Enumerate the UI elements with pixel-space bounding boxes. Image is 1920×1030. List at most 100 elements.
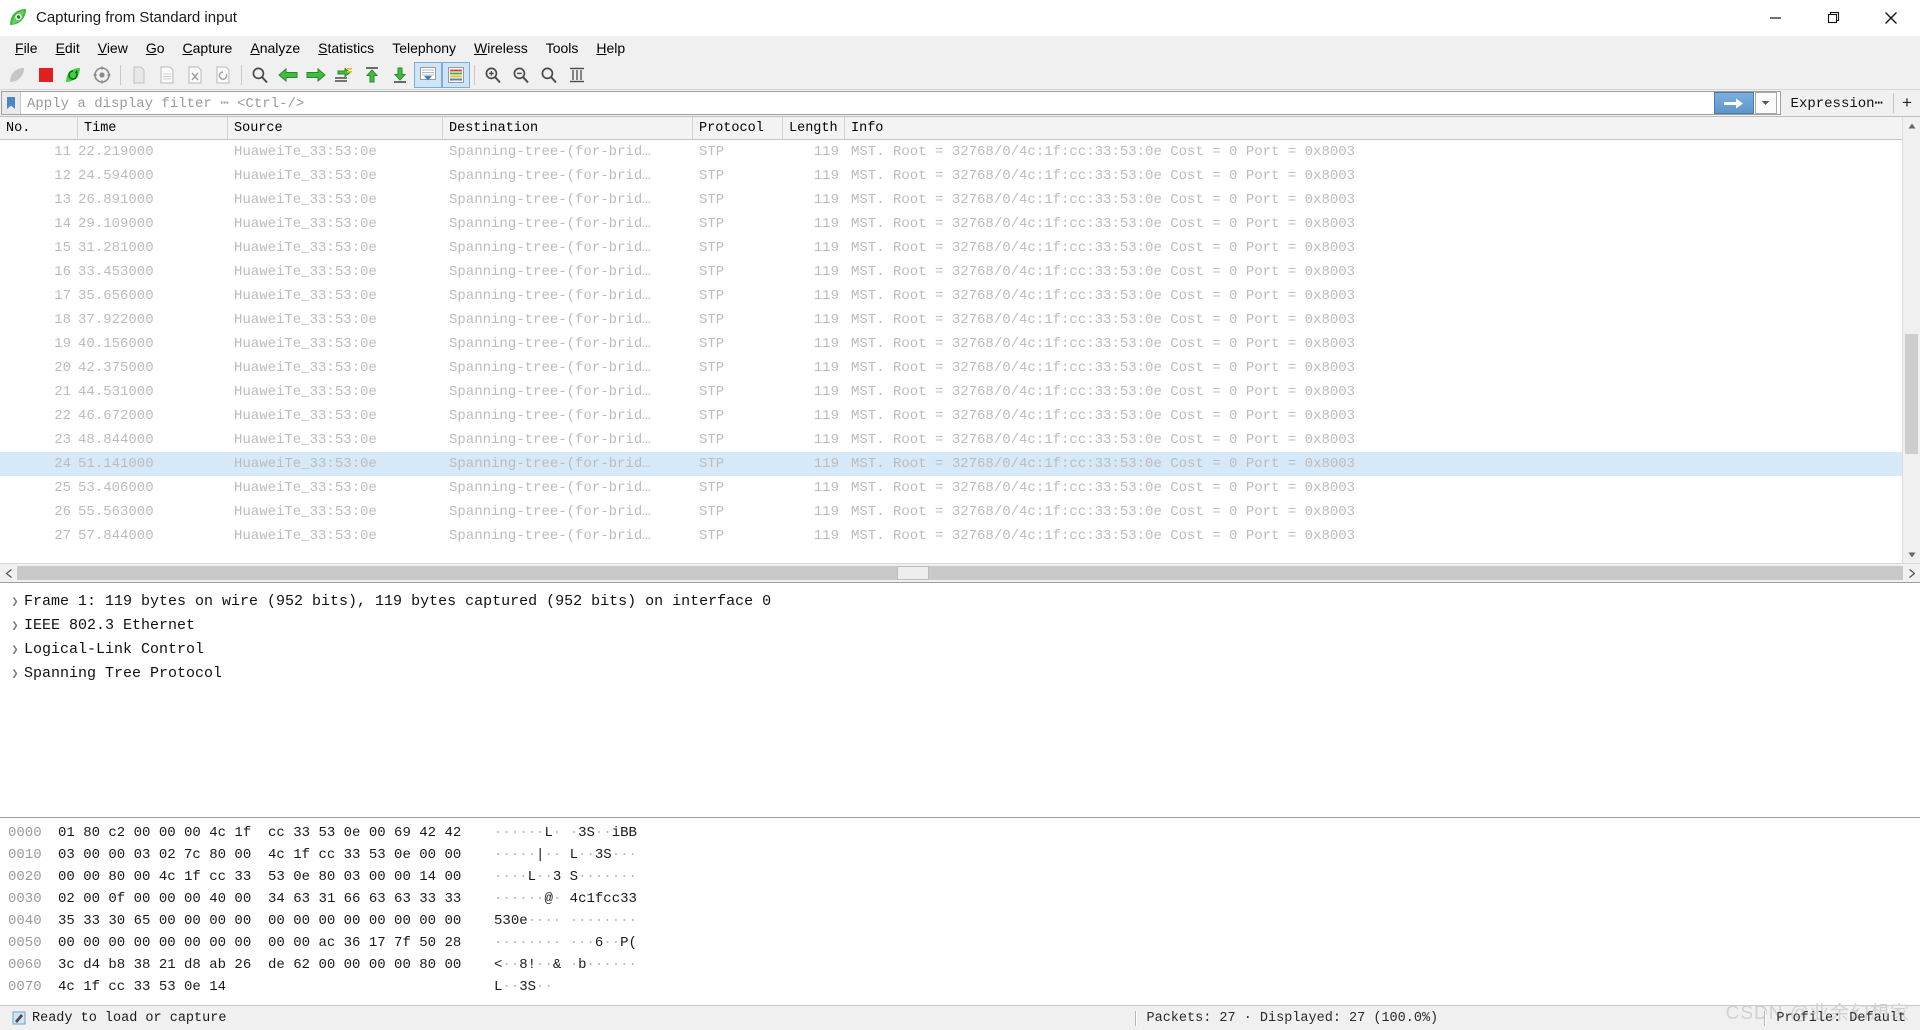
packet-row[interactable]: 23 48.844000 HuaweiTe_33:53:0e Spanning-tre…	[0, 428, 1920, 452]
go-to-first-packet-icon[interactable]	[358, 62, 386, 88]
packet-row[interactable]: 27 57.844000 HuaweiTe_33:53:0e Spanning-tre…	[0, 524, 1920, 548]
menu-telephony[interactable]: Telephony	[383, 38, 465, 58]
add-filter-button[interactable]: +	[1894, 90, 1920, 116]
apply-filter-button[interactable]	[1713, 92, 1754, 114]
zoom-out-icon[interactable]	[507, 62, 535, 88]
menu-capture[interactable]: Capture	[174, 38, 242, 58]
scroll-right-icon[interactable]	[1903, 565, 1920, 582]
column-header-no[interactable]: No.	[0, 117, 78, 139]
packet-list-body[interactable]: 11 22.219000 HuaweiTe_33:53:0e Spanning-tre…	[0, 140, 1920, 563]
expert-info-icon[interactable]	[0, 1011, 32, 1025]
hex-ascii: ········ ···6··P(	[494, 935, 637, 951]
start-capture-icon[interactable]	[4, 62, 32, 88]
resize-columns-icon[interactable]	[563, 62, 591, 88]
hex-dump-row[interactable]: 0040 35 33 30 65 00 00 00 00 00 00 00 00 …	[0, 910, 1920, 932]
hex-dump-row[interactable]: 0010 03 00 00 03 02 7c 80 00 4c 1f cc 33 …	[0, 844, 1920, 866]
packet-list-vertical-scrollbar[interactable]	[1902, 117, 1920, 563]
menu-go[interactable]: Go	[137, 38, 174, 58]
hex-bytes: 03 00 00 03 02 7c 80 00 4c 1f cc 33 53 0…	[58, 847, 462, 863]
colorize-packets-icon[interactable]	[442, 61, 470, 88]
packet-row[interactable]: 24 51.141000 HuaweiTe_33:53:0e Spanning-tre…	[0, 452, 1920, 476]
packet-no: 14	[54, 216, 71, 232]
go-to-packet-icon[interactable]	[330, 62, 358, 88]
status-bar-right: Packets: 27 · Displayed: 27 (100.0%) Pro…	[1125, 1010, 1906, 1026]
filter-history-dropdown[interactable]	[1754, 92, 1777, 114]
packet-row[interactable]: 16 33.453000 HuaweiTe_33:53:0e Spanning-tre…	[0, 260, 1920, 284]
normal-size-icon[interactable]	[535, 62, 563, 88]
column-header-time[interactable]: Time	[78, 117, 228, 139]
packet-info: MST. Root = 32768/0/4c:1f:cc:33:53:0e Co…	[851, 480, 1356, 496]
stop-capture-icon[interactable]	[32, 62, 60, 88]
capture-options-icon[interactable]	[88, 62, 116, 88]
go-forward-icon[interactable]	[302, 62, 330, 88]
packet-details-pane[interactable]: ❯ Frame 1: 119 bytes on wire (952 bits), …	[0, 583, 1920, 818]
hex-dump-row[interactable]: 0000 01 80 c2 00 00 00 4c 1f cc 33 53 0e …	[0, 822, 1920, 844]
find-packet-icon[interactable]	[246, 62, 274, 88]
packet-destination: Spanning-tree-(for-brid…	[449, 360, 651, 376]
hex-ascii: <··8!··& ·b······	[494, 957, 637, 973]
hex-dump-row[interactable]: 0020 00 00 80 00 4c 1f cc 33 53 0e 80 03 …	[0, 866, 1920, 888]
packet-row[interactable]: 25 53.406000 HuaweiTe_33:53:0e Spanning-tre…	[0, 476, 1920, 500]
column-header-info[interactable]: Info	[845, 117, 1920, 139]
detail-tree-node[interactable]: ❯ Logical-Link Control	[0, 637, 1920, 661]
auto-scroll-icon[interactable]	[414, 61, 442, 88]
menu-wireless[interactable]: Wireless	[465, 38, 537, 58]
go-back-icon[interactable]	[274, 62, 302, 88]
hex-dump-row[interactable]: 0050 00 00 00 00 00 00 00 00 00 00 ac 36 …	[0, 932, 1920, 954]
packet-row[interactable]: 14 29.109000 HuaweiTe_33:53:0e Spanning-tre…	[0, 212, 1920, 236]
column-header-protocol[interactable]: Protocol	[693, 117, 783, 139]
packet-row[interactable]: 22 46.672000 HuaweiTe_33:53:0e Spanning-tre…	[0, 404, 1920, 428]
menu-view[interactable]: View	[89, 38, 137, 58]
chevron-right-icon[interactable]: ❯	[6, 594, 24, 609]
restore-icon[interactable]	[1804, 0, 1862, 35]
horizontal-scroll-track[interactable]	[17, 566, 1903, 580]
detail-tree-node[interactable]: ❯ Frame 1: 119 bytes on wire (952 bits), …	[0, 589, 1920, 613]
menu-file[interactable]: File	[6, 38, 47, 58]
hex-dump-row[interactable]: 0060 3c d4 b8 38 21 d8 ab 26 de 62 00 00 …	[0, 954, 1920, 976]
packet-time: 35.656000	[78, 288, 154, 304]
packet-row[interactable]: 17 35.656000 HuaweiTe_33:53:0e Spanning-tre…	[0, 284, 1920, 308]
column-header-length[interactable]: Length	[783, 117, 845, 139]
vertical-scroll-thumb[interactable]	[1905, 334, 1918, 454]
menu-tools[interactable]: Tools	[537, 38, 588, 58]
window-controls	[1746, 0, 1920, 35]
display-filter-input[interactable]: Apply a display filter ⋯ <Ctrl-/>	[1, 91, 1781, 115]
menu-edit[interactable]: Edit	[47, 38, 89, 58]
vertical-scroll-track[interactable]	[1903, 134, 1920, 546]
hex-dump-row[interactable]: 0030 02 00 0f 00 00 00 40 00 34 63 31 66 …	[0, 888, 1920, 910]
column-header-source[interactable]: Source	[228, 117, 443, 139]
packet-row[interactable]: 21 44.531000 HuaweiTe_33:53:0e Spanning-tre…	[0, 380, 1920, 404]
chevron-right-icon[interactable]: ❯	[6, 642, 24, 657]
menu-statistics[interactable]: Statistics	[309, 38, 383, 58]
packet-list-horizontal-scrollbar[interactable]	[0, 563, 1920, 583]
zoom-in-icon[interactable]	[479, 62, 507, 88]
close-icon[interactable]	[1862, 0, 1920, 35]
packet-row[interactable]: 18 37.922000 HuaweiTe_33:53:0e Spanning-tre…	[0, 308, 1920, 332]
column-header-destination[interactable]: Destination	[443, 117, 693, 139]
bookmark-icon[interactable]	[2, 92, 21, 114]
packet-row[interactable]: 20 42.375000 HuaweiTe_33:53:0e Spanning-tre…	[0, 356, 1920, 380]
go-to-last-packet-icon[interactable]	[386, 62, 414, 88]
menu-analyze[interactable]: Analyze	[241, 38, 309, 58]
scroll-up-icon[interactable]	[1903, 117, 1920, 134]
horizontal-scroll-thumb[interactable]	[897, 566, 929, 580]
detail-tree-node[interactable]: ❯ IEEE 802.3 Ethernet	[0, 613, 1920, 637]
hex-dump-row[interactable]: 0070 4c 1f cc 33 53 0e 14 L··3S··	[0, 976, 1920, 998]
packet-row[interactable]: 12 24.594000 HuaweiTe_33:53:0e Spanning-tre…	[0, 164, 1920, 188]
packet-row[interactable]: 13 26.891000 HuaweiTe_33:53:0e Spanning-tre…	[0, 188, 1920, 212]
chevron-right-icon[interactable]: ❯	[6, 618, 24, 633]
minimize-icon[interactable]	[1746, 0, 1804, 35]
scroll-left-icon[interactable]	[0, 565, 17, 582]
packet-row[interactable]: 26 55.563000 HuaweiTe_33:53:0e Spanning-tre…	[0, 500, 1920, 524]
menu-help[interactable]: Help	[587, 38, 634, 58]
packet-time: 31.281000	[78, 240, 154, 256]
packet-row[interactable]: 15 31.281000 HuaweiTe_33:53:0e Spanning-tre…	[0, 236, 1920, 260]
scroll-down-icon[interactable]	[1903, 546, 1920, 563]
packet-bytes-pane[interactable]: 0000 01 80 c2 00 00 00 4c 1f cc 33 53 0e …	[0, 818, 1920, 1005]
packet-row[interactable]: 11 22.219000 HuaweiTe_33:53:0e Spanning-tre…	[0, 140, 1920, 164]
filter-expression-button[interactable]: Expression⋯	[1781, 90, 1893, 116]
detail-tree-node[interactable]: ❯ Spanning Tree Protocol	[0, 661, 1920, 685]
restart-capture-icon[interactable]	[60, 62, 88, 88]
packet-row[interactable]: 19 40.156000 HuaweiTe_33:53:0e Spanning-tre…	[0, 332, 1920, 356]
chevron-right-icon[interactable]: ❯	[6, 666, 24, 681]
